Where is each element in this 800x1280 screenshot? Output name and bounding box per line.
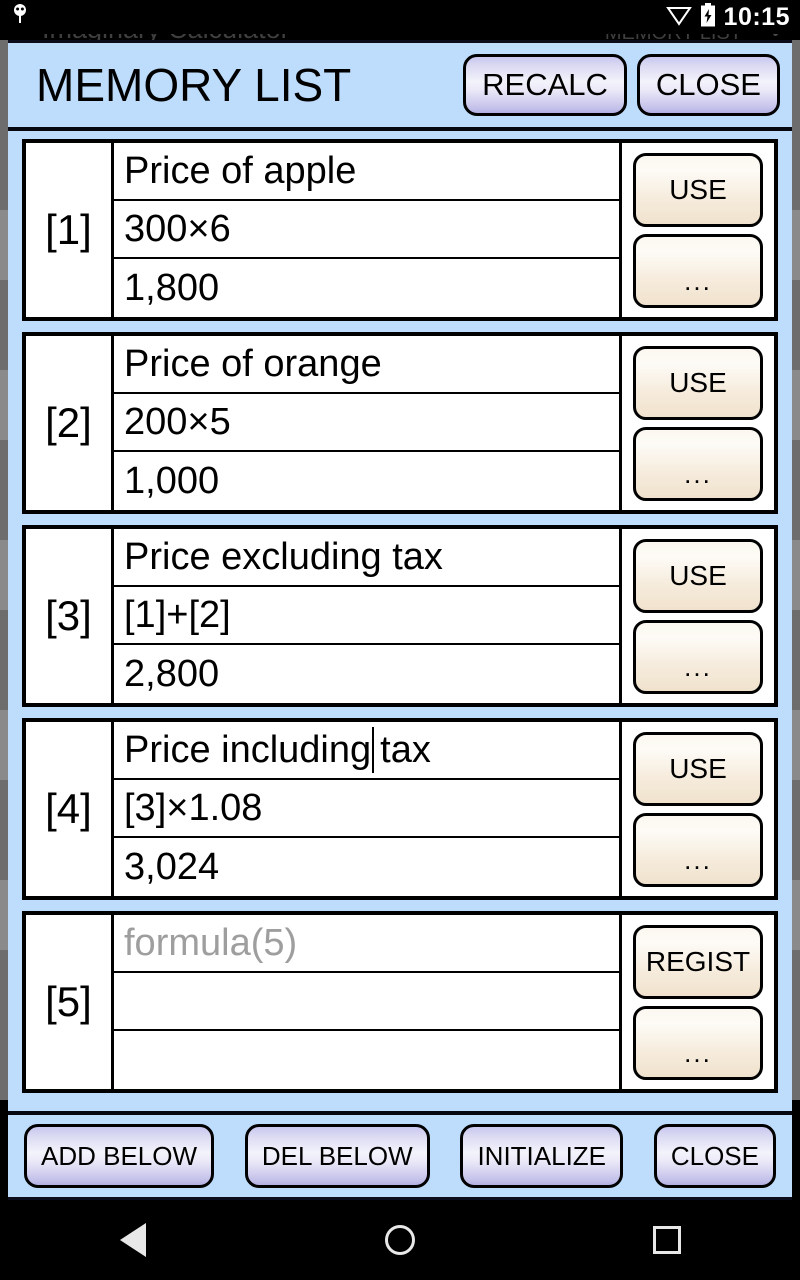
memory-name-field[interactable]: Price of orange xyxy=(114,336,619,394)
phone-screen: Imaginary Calculator MEMORY LIST xyxy=(0,0,800,1280)
more-options-button[interactable]: ... xyxy=(633,619,763,694)
memory-result-field: 2,800 xyxy=(124,652,220,695)
memory-formula-field[interactable]: [3]×1.08 xyxy=(114,780,619,838)
use-button[interactable]: USE xyxy=(633,538,763,613)
battery-charging-icon xyxy=(700,2,716,32)
memory-formula-field[interactable]: 300×6 xyxy=(114,201,619,259)
del-below-button[interactable]: DEL BELOW xyxy=(244,1124,430,1188)
more-options-button[interactable]: ... xyxy=(633,1005,763,1080)
use-button[interactable]: USE xyxy=(633,152,763,227)
memory-name-field[interactable]: Price excluding tax xyxy=(114,529,619,587)
memory-actions: USE ... xyxy=(619,143,774,317)
memory-fields: Price excluding tax [1]+[2] 2,800 xyxy=(114,529,619,703)
memory-fields: formula(5) xyxy=(114,915,619,1089)
add-below-button[interactable]: ADD BELOW xyxy=(24,1124,215,1188)
memory-index-label: [1] xyxy=(26,143,114,317)
memory-actions: USE ... xyxy=(619,336,774,510)
memory-list-dialog: MEMORY LIST RECALC CLOSE [1] Price of ap… xyxy=(8,40,792,1200)
memory-fields: Price including tax [3]×1.08 3,024 xyxy=(114,722,619,896)
memory-name-text-after-caret: tax xyxy=(380,728,431,771)
memory-result-field: 1,800 xyxy=(124,266,220,309)
memory-index-label: [2] xyxy=(26,336,114,510)
regist-button[interactable]: REGIST xyxy=(633,924,763,999)
memory-index-label: [4] xyxy=(26,722,114,896)
status-bar-notifications xyxy=(10,3,30,32)
status-bar-system-icons: 10:15 xyxy=(665,2,790,32)
recents-nav-icon[interactable] xyxy=(622,1200,712,1280)
memory-item-3[interactable]: [3] Price excluding tax [1]+[2] 2,800 US… xyxy=(22,525,778,707)
page-title: MEMORY LIST xyxy=(36,59,352,111)
memory-item-1[interactable]: [1] Price of apple 300×6 1,800 USE ... xyxy=(22,139,778,321)
recalc-button[interactable]: RECALC xyxy=(463,54,627,116)
memory-index-label: [3] xyxy=(26,529,114,703)
status-bar-clock: 10:15 xyxy=(723,2,790,31)
initialize-button[interactable]: INITIALIZE xyxy=(460,1124,624,1188)
memory-fields: Price of apple 300×6 1,800 xyxy=(114,143,619,317)
dialog-bottom-toolbar: ADD BELOW DEL BELOW INITIALIZE CLOSE xyxy=(8,1111,792,1197)
memory-formula-field[interactable]: 200×5 xyxy=(114,394,619,452)
dialog-header: MEMORY LIST RECALC CLOSE xyxy=(8,43,792,131)
use-button[interactable]: USE xyxy=(633,731,763,806)
home-nav-icon[interactable] xyxy=(355,1200,445,1280)
memory-index-label: [5] xyxy=(26,915,114,1089)
more-options-button[interactable]: ... xyxy=(633,426,763,501)
memory-item-2[interactable]: [2] Price of orange 200×5 1,000 USE ... xyxy=(22,332,778,514)
status-bar: 10:15 xyxy=(0,0,800,34)
memory-name-field[interactable]: Price including tax xyxy=(114,722,619,780)
memory-name-field[interactable]: formula(5) xyxy=(114,915,619,973)
memory-fields: Price of orange 200×5 1,000 xyxy=(114,336,619,510)
memory-formula-field[interactable] xyxy=(114,973,619,1031)
memory-name-field[interactable]: Price of apple xyxy=(114,143,619,201)
wifi-icon xyxy=(665,4,692,31)
use-button[interactable]: USE xyxy=(633,345,763,420)
memory-actions: USE ... xyxy=(619,529,774,703)
memory-item-4[interactable]: [4] Price including tax [3]×1.08 3,024 US… xyxy=(22,718,778,900)
more-options-button[interactable]: ... xyxy=(633,812,763,887)
more-options-button[interactable]: ... xyxy=(633,233,763,308)
android-navigation-bar xyxy=(0,1200,800,1280)
memory-result-field: 3,024 xyxy=(124,845,220,888)
close-button[interactable]: CLOSE xyxy=(636,54,780,116)
memory-actions: USE ... xyxy=(619,722,774,896)
header-button-group: RECALC CLOSE xyxy=(463,54,784,116)
back-nav-icon[interactable] xyxy=(88,1200,178,1280)
memory-result-field: 1,000 xyxy=(124,459,220,502)
memory-item-5[interactable]: [5] formula(5) REGIST ... xyxy=(22,911,778,1093)
memory-result-field xyxy=(114,1031,619,1089)
android-notification-icon xyxy=(10,3,30,32)
memory-formula-field[interactable]: [1]+[2] xyxy=(114,587,619,645)
memory-name-text-before-caret: Price including xyxy=(124,728,372,771)
memory-list-scroll[interactable]: [1] Price of apple 300×6 1,800 USE ... [… xyxy=(8,131,792,1111)
memory-actions: REGIST ... xyxy=(619,915,774,1089)
close-bottom-button[interactable]: CLOSE xyxy=(653,1124,776,1188)
